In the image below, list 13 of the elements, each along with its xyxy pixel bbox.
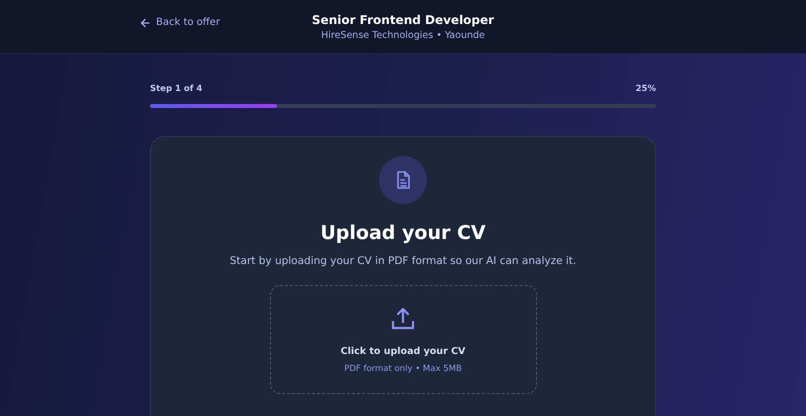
progress-percent: 25%	[636, 84, 656, 94]
upload-hint: PDF format only • Max 5MB	[344, 364, 462, 374]
upload-label: Click to upload your CV	[340, 346, 466, 357]
card-description: Start by uploading your CV in PDF format so our AI can analyze it.	[230, 255, 576, 267]
step-label: Step 1 of 4	[150, 84, 202, 94]
document-icon	[379, 156, 427, 204]
job-title: Senior Frontend Developer	[312, 12, 494, 26]
card-title: Upload your CV	[320, 222, 486, 244]
company-location: HireSense Technologies • Yaounde	[321, 30, 485, 40]
upload-dropzone[interactable]: Click to upload your CV PDF format only • Max 5MB	[270, 285, 536, 394]
upload-icon	[390, 306, 416, 332]
back-link[interactable]: Back to offer	[140, 17, 220, 28]
arrow-left-icon	[140, 18, 150, 28]
